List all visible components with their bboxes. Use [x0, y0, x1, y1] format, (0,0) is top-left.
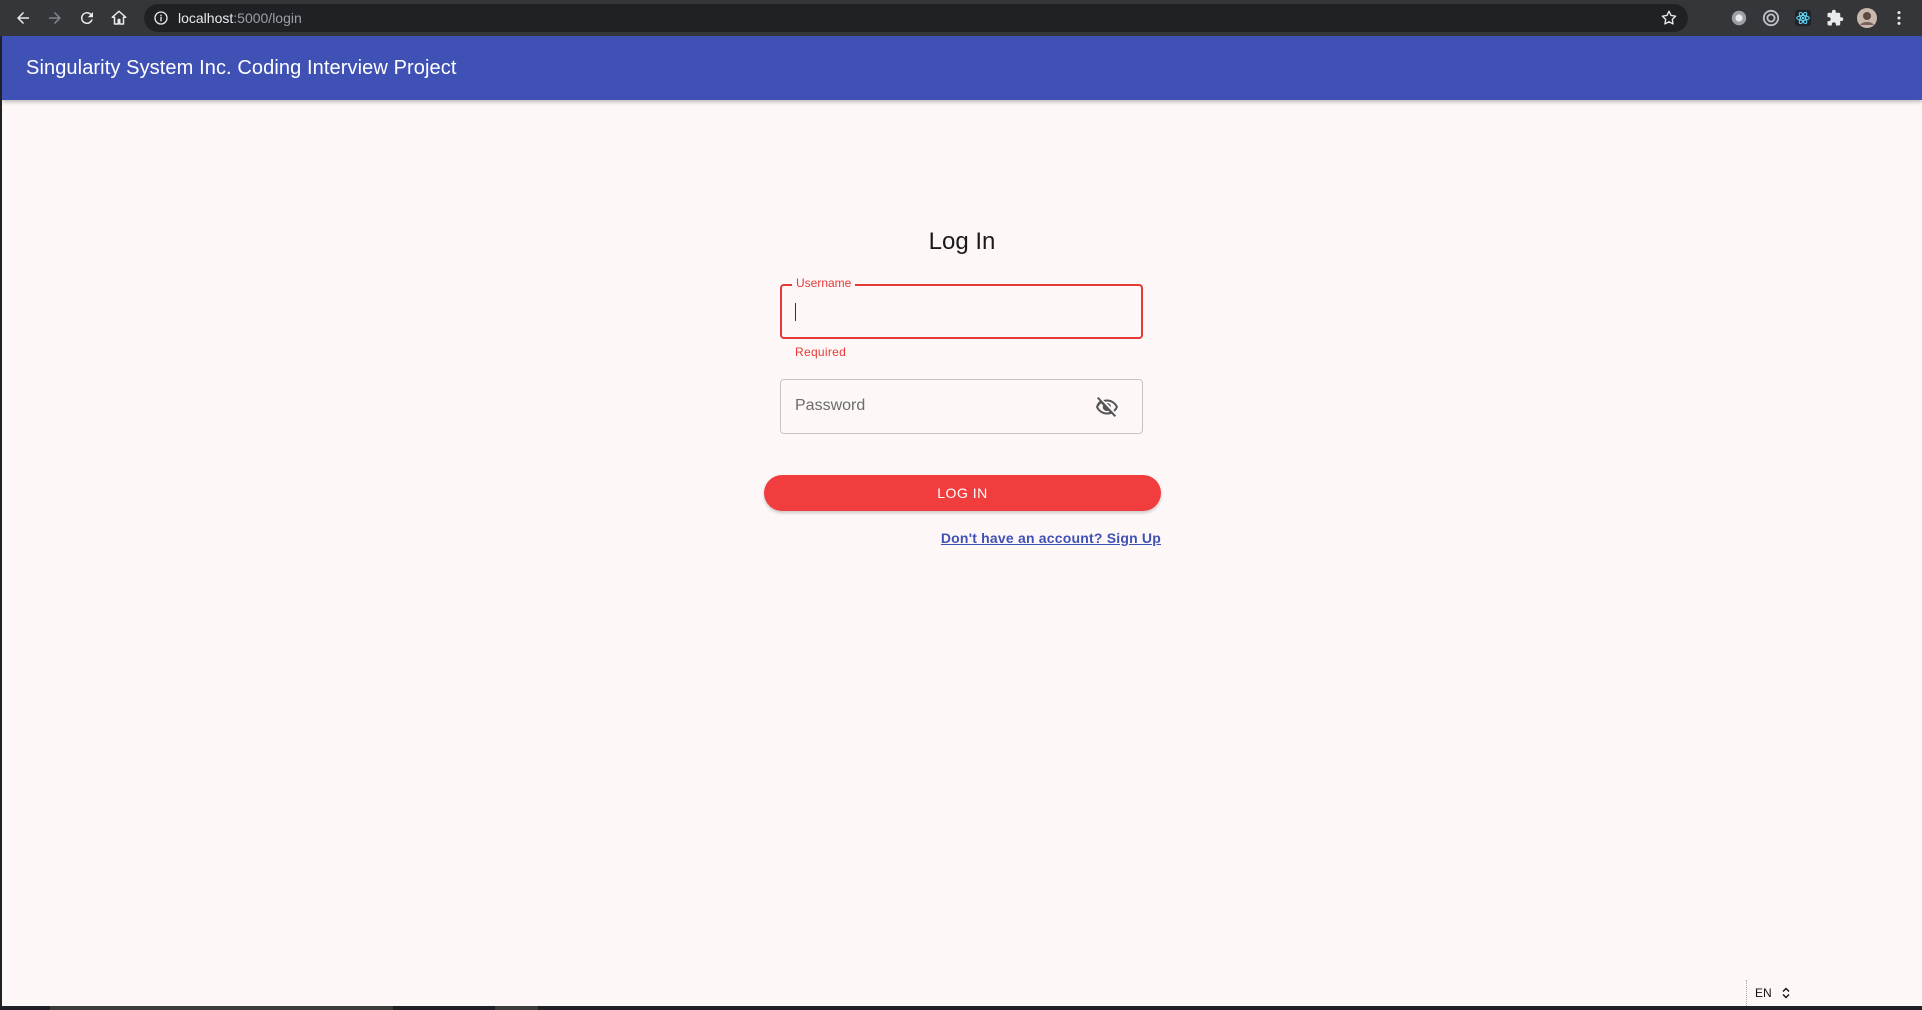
- address-bar[interactable]: localhost:5000/login: [144, 4, 1688, 32]
- username-field[interactable]: Username: [780, 276, 1143, 339]
- react-devtools-icon[interactable]: [1793, 8, 1813, 28]
- extension-target-icon[interactable]: [1761, 8, 1781, 28]
- password-field[interactable]: Password: [780, 379, 1143, 434]
- username-label: Username: [792, 276, 856, 290]
- extension-record-icon[interactable]: [1729, 8, 1749, 28]
- back-button[interactable]: [7, 0, 39, 36]
- menu-kebab-icon[interactable]: [1889, 8, 1909, 28]
- login-button[interactable]: LOG IN: [764, 475, 1161, 511]
- signup-link[interactable]: Don't have an account? Sign Up: [941, 530, 1161, 546]
- horizontal-scroll-track: [50, 1006, 393, 1010]
- password-placeholder: Password: [795, 397, 866, 414]
- visibility-off-icon[interactable]: [1094, 394, 1120, 420]
- app-title: Singularity System Inc. Coding Interview…: [26, 56, 457, 79]
- forward-button[interactable]: [39, 0, 71, 36]
- window-bottom-edge: [0, 1006, 1922, 1010]
- home-icon: [111, 10, 127, 25]
- home-button[interactable]: [103, 0, 135, 36]
- text-cursor: [795, 303, 796, 321]
- login-heading: Log In: [928, 228, 996, 255]
- url-text: localhost:5000/login: [178, 10, 302, 26]
- horizontal-scroll-track: [495, 1006, 538, 1010]
- url-path: :5000/login: [233, 10, 302, 26]
- page-viewport: Singularity System Inc. Coding Interview…: [2, 36, 1922, 1006]
- bookmark-star-icon[interactable]: [1660, 9, 1678, 27]
- language-value: EN: [1755, 986, 1772, 1000]
- back-icon: [17, 12, 29, 24]
- app-bar: Singularity System Inc. Coding Interview…: [2, 36, 1922, 100]
- username-error-text: Required: [795, 345, 847, 359]
- select-arrows-icon: [1782, 987, 1790, 999]
- url-host: localhost: [178, 10, 234, 26]
- reload-button[interactable]: [71, 0, 103, 36]
- reload-icon: [80, 12, 93, 25]
- extensions-puzzle-icon[interactable]: [1825, 8, 1845, 28]
- browser-toolbar: localhost:5000/login: [0, 0, 1922, 36]
- language-selector[interactable]: EN: [1746, 980, 1795, 1006]
- site-info-icon[interactable]: [152, 9, 170, 27]
- forward-icon: [49, 12, 61, 24]
- profile-avatar[interactable]: [1857, 8, 1877, 28]
